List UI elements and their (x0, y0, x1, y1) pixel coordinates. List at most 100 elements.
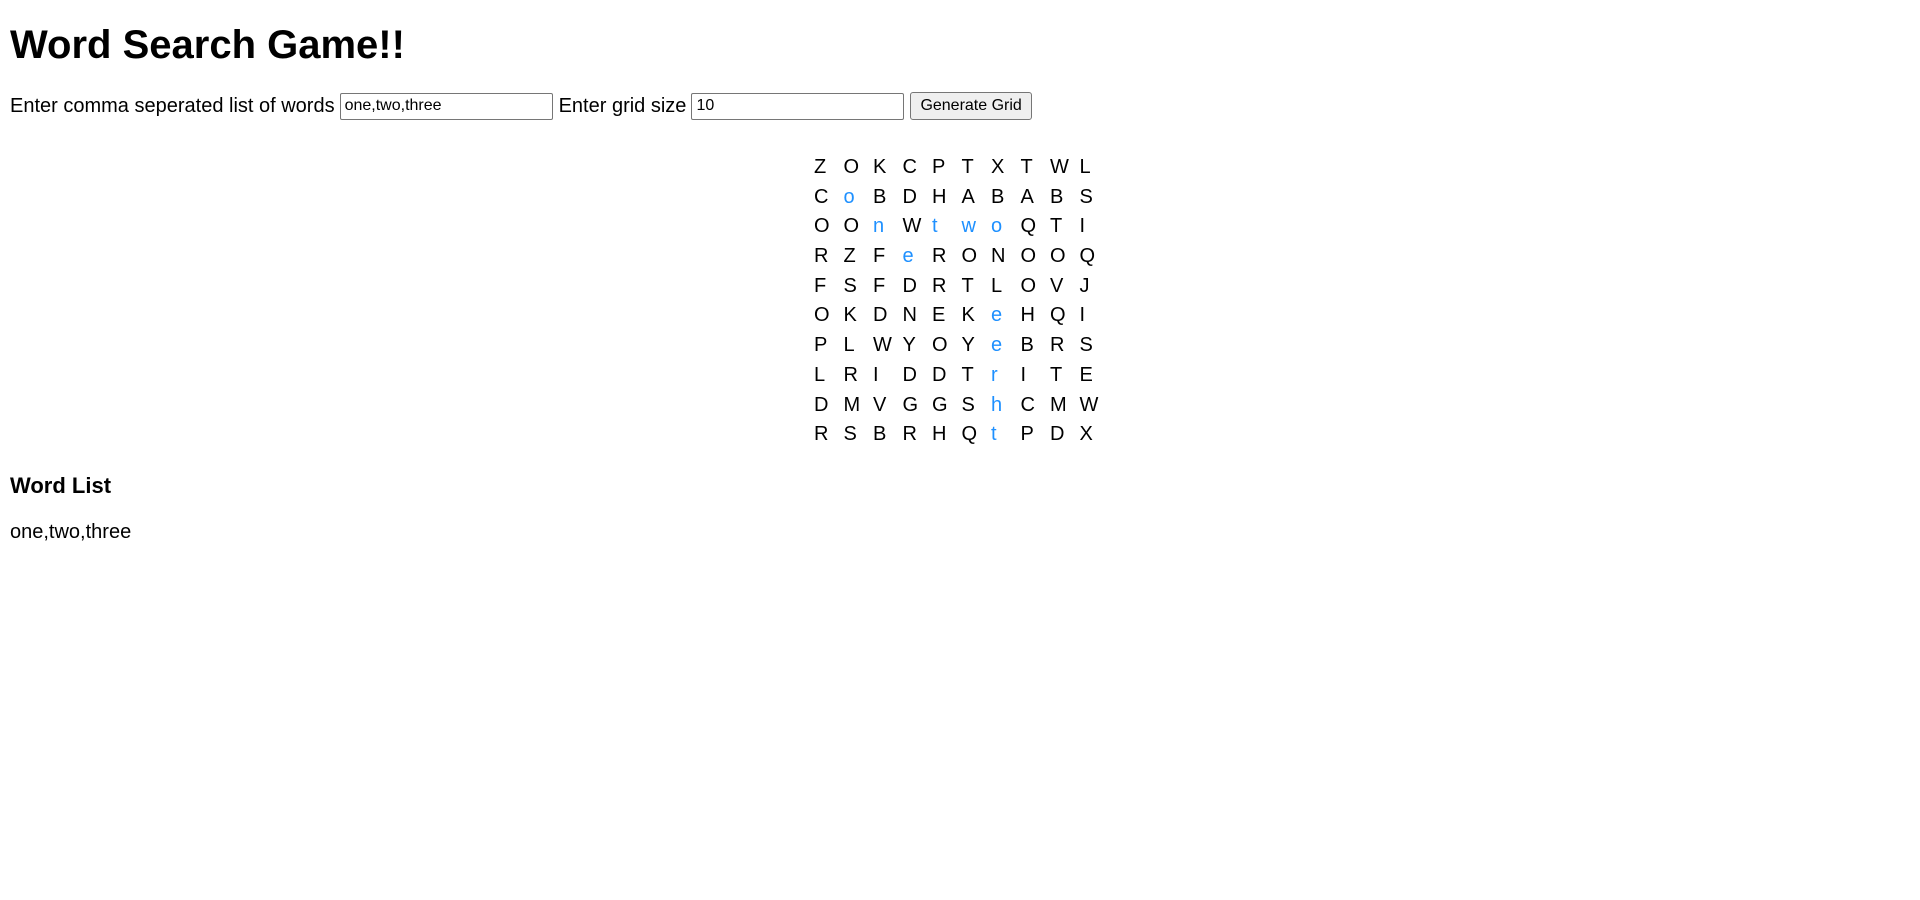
grid-cell: S (1079, 334, 1093, 357)
grid-cell: S (1079, 185, 1093, 208)
grid-cell: B (873, 423, 887, 446)
grid-cell: F (814, 274, 827, 297)
grid-cell: R (902, 423, 917, 446)
grid-cell: M (1050, 393, 1067, 416)
word-search-grid: ZOKCPTXTWLCoBDHABABSOOnWtwoQTIRZFeRONOOQ… (814, 153, 1109, 450)
grid-cell: Z (814, 156, 827, 178)
grid-cell: I (1079, 215, 1086, 238)
grid-cell: E (1079, 363, 1093, 386)
grid-cell-highlighted: n (873, 215, 885, 238)
grid-cell: B (1050, 185, 1064, 208)
grid-cell: Q (961, 423, 978, 446)
grid-cell: Q (1020, 215, 1037, 238)
grid-cell: Q (1079, 245, 1096, 268)
grid-cell: T (961, 156, 974, 178)
grid-cell: O (814, 304, 830, 327)
grid-cell-highlighted: e (902, 245, 914, 268)
grid-cell: D (1050, 423, 1065, 446)
word-list-heading: Word List (10, 472, 112, 498)
grid-cell: D (902, 185, 917, 208)
grid-cell: Q (1050, 304, 1066, 327)
grid-cell: D (902, 363, 917, 386)
grid-cell: O (1020, 245, 1037, 268)
grid-cell: X (1079, 423, 1093, 446)
words-input[interactable] (339, 92, 553, 120)
grid-cell-highlighted: e (991, 334, 1003, 357)
grid-cell: L (991, 274, 1003, 297)
grid-cell: P (1020, 423, 1034, 446)
grid-cell: B (1020, 334, 1034, 357)
grid-cell: E (932, 304, 946, 327)
grid-cell: N (902, 304, 917, 327)
grid-cell: Y (902, 334, 916, 357)
grid-cell: H (1020, 304, 1035, 327)
grid-cell: A (1020, 185, 1034, 208)
grid-cell: C (902, 156, 917, 178)
grid-cell: D (932, 363, 947, 386)
grid-cell: R (843, 363, 858, 386)
grid-cell: H (932, 185, 947, 208)
grid-cell: K (843, 304, 857, 327)
grid-cell: R (932, 274, 947, 297)
grid-cell: G (902, 393, 919, 416)
grid-cell: V (873, 393, 887, 416)
grid-cell: O (932, 334, 948, 357)
grid-cell: G (932, 393, 948, 416)
grid-cell: T (961, 274, 974, 297)
grid-cell: O (843, 156, 860, 178)
controls-bar: Enter comma seperated list of words Ente… (10, 92, 1910, 120)
grid-cell-highlighted: t (932, 215, 938, 238)
grid-cell-highlighted: t (991, 423, 997, 446)
grid-cell: Z (843, 245, 856, 268)
page-title: Word Search Game!! (10, 23, 405, 67)
grid-cell: Y (961, 334, 975, 357)
grid-cell: R (1050, 334, 1065, 357)
words-label: Enter comma seperated list of words (10, 94, 335, 117)
grid-cell: W (1050, 156, 1069, 178)
grid-cell: S (843, 274, 857, 297)
grid-cell: M (843, 393, 861, 416)
grid-cell: O (1020, 274, 1037, 297)
grid-size-input[interactable] (691, 92, 905, 120)
grid-cell: O (843, 215, 860, 238)
grid-cell-highlighted: o (991, 215, 1003, 238)
grid-size-label: Enter grid size (558, 94, 687, 117)
grid-cell: J (1079, 274, 1090, 297)
grid-cell: R (814, 245, 829, 268)
grid-container: ZOKCPTXTWLCoBDHABABSOOnWtwoQTIRZFeRONOOQ… (10, 153, 1910, 450)
grid-cell: N (991, 245, 1006, 268)
grid-cell: C (1020, 393, 1035, 416)
grid-cell: O (1050, 245, 1066, 268)
grid-cell: D (873, 304, 888, 327)
grid-cell: T (1020, 156, 1033, 178)
grid-cell: D (902, 274, 917, 297)
grid-cell: O (961, 245, 978, 268)
word-list-text: one,two,three (10, 520, 132, 543)
grid-cell: R (932, 245, 947, 268)
grid-cell: X (991, 156, 1005, 178)
grid-cell-highlighted: r (991, 363, 998, 386)
grid-cell: P (932, 156, 946, 178)
grid-cell: I (1020, 363, 1027, 386)
grid-cell: V (1050, 274, 1064, 297)
grid-cell-highlighted: h (991, 393, 1003, 416)
grid-cell: W (1079, 393, 1099, 416)
grid-cell: D (814, 393, 829, 416)
grid-cell: B (991, 185, 1005, 208)
grid-cell: P (814, 334, 828, 357)
grid-cell: I (873, 363, 879, 386)
generate-grid-button[interactable]: Generate Grid (910, 92, 1032, 120)
grid-cell: W (902, 215, 922, 238)
grid-cell: A (961, 185, 975, 208)
grid-cell: F (873, 245, 886, 268)
grid-cell: S (843, 423, 857, 446)
grid-cell: L (1079, 156, 1091, 178)
grid-cell: W (873, 334, 892, 357)
grid-cell: I (1079, 304, 1086, 327)
grid-cell: S (961, 393, 975, 416)
grid-cell: B (873, 185, 887, 208)
grid-cell: L (814, 363, 826, 386)
grid-cell: C (814, 185, 829, 208)
grid-cell: L (843, 334, 855, 357)
grid-cell: R (814, 423, 829, 446)
